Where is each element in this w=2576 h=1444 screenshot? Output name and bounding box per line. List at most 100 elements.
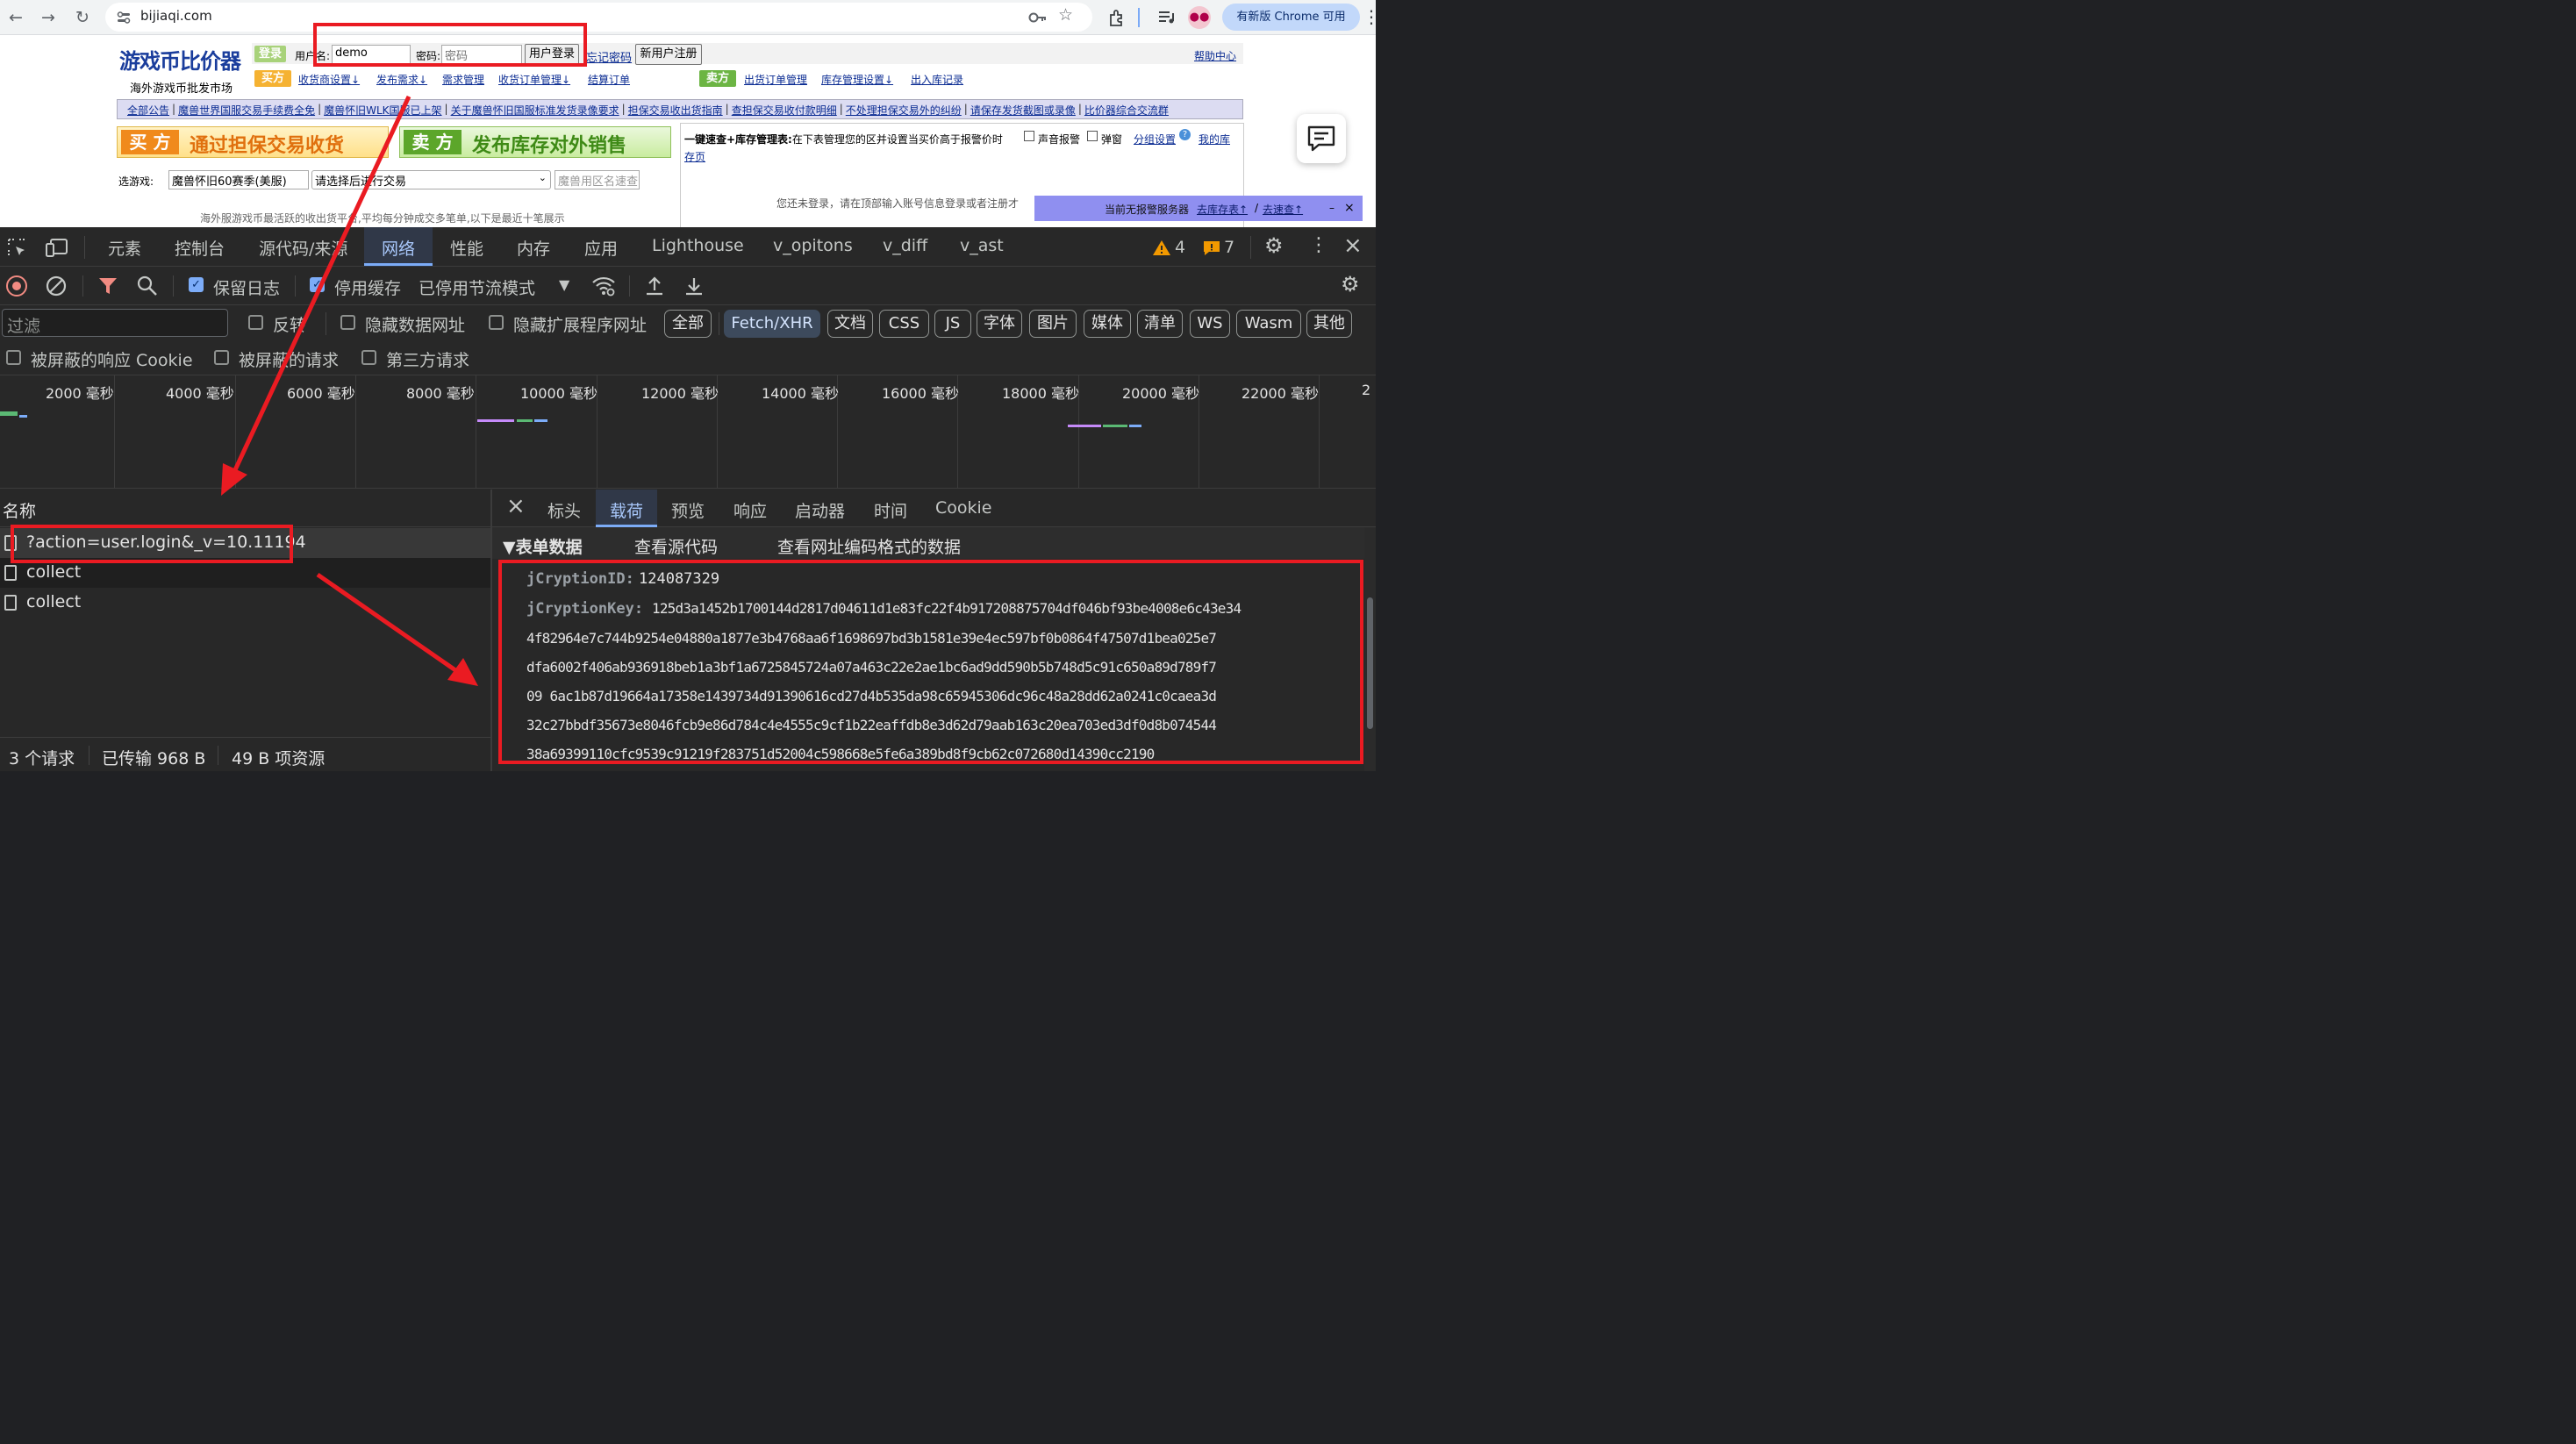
announcement-item[interactable]: 关于魔兽怀旧国服标准发货录像要求 — [451, 103, 619, 118]
password-key-icon[interactable] — [1028, 10, 1048, 25]
request-row[interactable]: collect — [0, 588, 490, 618]
filter-type-css[interactable]: CSS — [879, 310, 929, 338]
profile-avatar[interactable]: ●● — [1188, 6, 1211, 29]
inspect-element-icon[interactable] — [6, 237, 27, 258]
my-stock-link[interactable]: 我的库 — [1199, 132, 1230, 147]
filter-type-js[interactable]: JS — [934, 310, 971, 338]
tab-console[interactable]: 控制台 — [175, 236, 225, 260]
alarm-quick-link[interactable]: 去速查↑ — [1263, 202, 1303, 217]
tab-v-diff[interactable]: v_diff — [883, 236, 927, 255]
sound-alert-checkbox[interactable] — [1024, 131, 1034, 141]
my-stock-link-cont[interactable]: 存页 — [684, 149, 705, 164]
hide-extension-urls-checkbox[interactable] — [489, 315, 504, 330]
tab-application[interactable]: 应用 — [584, 236, 618, 260]
buyer-link-recv-settings[interactable]: 收货商设置↓ — [298, 72, 360, 87]
detail-scrollbar[interactable] — [1364, 527, 1376, 771]
throttle-select[interactable]: 已停用节流模式 — [419, 275, 535, 299]
detail-tab-initiator[interactable]: 启动器 — [795, 498, 845, 522]
device-toggle-icon[interactable] — [45, 237, 69, 258]
filter-type-doc[interactable]: 文档 — [827, 310, 873, 338]
detail-tab-cookies[interactable]: Cookie — [935, 498, 992, 518]
seller-link-io-records[interactable]: 出入库记录 — [911, 72, 963, 87]
scrollbar-thumb[interactable] — [1367, 597, 1373, 729]
chat-widget[interactable] — [1297, 114, 1346, 163]
network-settings-icon[interactable]: ⚙ — [1341, 272, 1360, 297]
forward-icon[interactable]: → — [37, 6, 60, 29]
network-conditions-icon[interactable] — [591, 275, 616, 297]
register-button[interactable]: 新用户注册 — [635, 44, 702, 65]
close-icon[interactable]: × — [1344, 201, 1355, 215]
filter-type-img[interactable]: 图片 — [1029, 310, 1077, 338]
chrome-update-button[interactable]: 有新版 Chrome 可用 — [1222, 4, 1360, 31]
filter-type-all[interactable]: 全部 — [664, 310, 712, 338]
bookmark-star-icon[interactable]: ☆ — [1058, 5, 1073, 25]
reading-list-icon[interactable] — [1156, 8, 1176, 27]
announcement-item[interactable]: 全部公告 — [127, 103, 169, 118]
help-icon[interactable]: ? — [1179, 129, 1191, 140]
throttle-dropdown-icon[interactable]: ▼ — [559, 276, 569, 293]
warning-count[interactable]: 4 — [1175, 238, 1185, 257]
seller-link-stock-settings[interactable]: 库存管理设置↓ — [821, 72, 893, 87]
address-bar[interactable]: ☆ — [105, 3, 1092, 32]
settings-gear-icon[interactable]: ⚙ — [1264, 233, 1284, 258]
detail-tab-payload[interactable]: 载荷 — [610, 498, 643, 522]
announcement-item[interactable]: 魔兽怀旧WLK国服已上架 — [324, 103, 441, 118]
invert-checkbox[interactable] — [248, 315, 263, 330]
tab-elements[interactable]: 元素 — [108, 236, 141, 260]
buyer-link-demand-mgmt[interactable]: 需求管理 — [442, 72, 484, 87]
announcement-item[interactable]: 查担保交易收付款明细 — [732, 103, 837, 118]
forgot-password-link[interactable]: 忘记密码 — [586, 48, 632, 65]
seller-link-orders[interactable]: 出货订单管理 — [744, 72, 807, 87]
trade-select[interactable]: 请选择后进行交易 ⌄ — [311, 170, 551, 189]
tab-network[interactable]: 网络 — [382, 236, 415, 260]
detail-tab-headers[interactable]: 标头 — [547, 498, 581, 522]
detail-tab-preview[interactable]: 预览 — [671, 498, 705, 522]
name-column-header[interactable]: 名称 — [3, 498, 36, 522]
help-center-link[interactable]: 帮助中心 — [1194, 48, 1236, 63]
close-detail-icon[interactable]: × — [506, 493, 526, 519]
record-stop-icon[interactable] — [6, 275, 27, 297]
filter-type-ws[interactable]: WS — [1190, 310, 1230, 338]
announcement-item[interactable]: 魔兽世界国服交易手续费全免 — [178, 103, 315, 118]
third-party-checkbox[interactable] — [361, 350, 376, 365]
view-urlencoded-link[interactable]: 查看网址编码格式的数据 — [777, 534, 961, 558]
tab-lighthouse[interactable]: Lighthouse — [652, 236, 744, 255]
tab-v-ast[interactable]: v_ast — [960, 236, 1004, 255]
import-har-icon[interactable] — [644, 275, 665, 297]
blocked-cookies-checkbox[interactable] — [6, 350, 21, 365]
buyer-link-settle[interactable]: 结算订单 — [588, 72, 630, 87]
detail-tab-response[interactable]: 响应 — [733, 498, 767, 522]
export-har-icon[interactable] — [683, 275, 705, 297]
filter-type-other[interactable]: 其他 — [1306, 310, 1352, 338]
form-data-title[interactable]: ▼表单数据 — [503, 534, 583, 558]
filter-funnel-icon[interactable] — [97, 275, 118, 297]
back-icon[interactable]: ← — [4, 6, 27, 29]
filter-type-wasm[interactable]: Wasm — [1236, 310, 1301, 338]
menu-kebab-icon[interactable]: ⋮ — [1363, 6, 1376, 27]
site-info-icon[interactable] — [116, 10, 132, 25]
hide-data-urls-checkbox[interactable] — [340, 315, 355, 330]
more-options-icon[interactable]: ⋮ — [1309, 234, 1328, 256]
announcement-item[interactable]: 担保交易收出货指南 — [628, 103, 723, 118]
filter-type-media[interactable]: 媒体 — [1084, 310, 1131, 338]
tab-sources[interactable]: 源代码/来源 — [259, 236, 347, 260]
filter-type-manifest[interactable]: 清单 — [1137, 310, 1183, 338]
filter-input[interactable]: 过滤 — [2, 309, 228, 337]
tab-performance[interactable]: 性能 — [450, 236, 483, 260]
close-devtools-icon[interactable]: × — [1343, 232, 1363, 259]
view-source-link[interactable]: 查看源代码 — [634, 534, 718, 558]
buyer-link-recv-orders[interactable]: 收货订单管理↓ — [498, 72, 570, 87]
buyer-link-post-demand[interactable]: 发布需求↓ — [376, 72, 427, 87]
game-select[interactable]: 魔兽怀旧60赛季(美服) — [168, 170, 309, 189]
detail-tab-timing[interactable]: 时间 — [874, 498, 907, 522]
tab-memory[interactable]: 内存 — [517, 236, 550, 260]
minimize-icon[interactable]: – — [1329, 202, 1335, 214]
alarm-stock-link[interactable]: 去库存表↑ — [1197, 202, 1248, 217]
tab-v-opitons[interactable]: v_opitons — [773, 236, 853, 255]
filter-type-fetch-xhr[interactable]: Fetch/XHR — [724, 310, 820, 338]
announcement-item[interactable]: 请保存发货截图或录像 — [970, 103, 1076, 118]
announcement-item[interactable]: 比价器综合交流群 — [1084, 103, 1169, 118]
clear-icon[interactable] — [45, 275, 68, 297]
popup-checkbox[interactable] — [1087, 131, 1098, 141]
announcement-item[interactable]: 不处理担保交易外的纠纷 — [846, 103, 962, 118]
